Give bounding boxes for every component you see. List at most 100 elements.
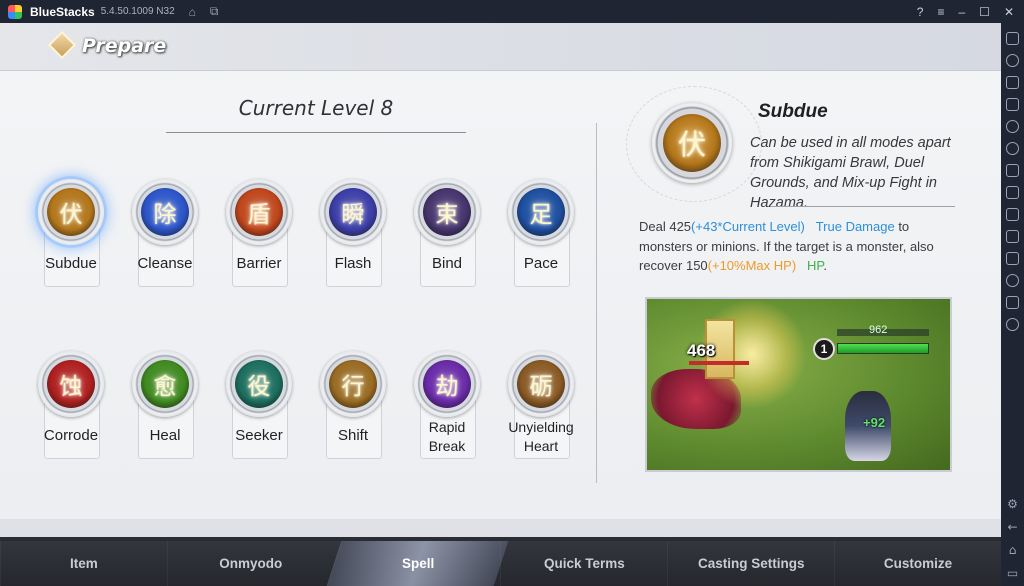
- media-manager-icon[interactable]: [1006, 76, 1019, 89]
- bluestacks-logo-icon: [8, 4, 22, 19]
- eco-mode-icon[interactable]: [1006, 252, 1019, 265]
- close-icon[interactable]: ✕: [1004, 5, 1014, 19]
- rotate-icon[interactable]: [1006, 120, 1019, 133]
- spell-icon: 愈: [132, 351, 198, 417]
- detail-availability: Can be used in all modes apart from Shik…: [750, 135, 951, 211]
- tab-spell[interactable]: Spell: [326, 541, 508, 586]
- multi-instance-sync-icon[interactable]: [1006, 230, 1019, 243]
- tab-label: Onmyodo: [219, 556, 283, 571]
- fullscreen-icon[interactable]: [1006, 32, 1019, 45]
- detail-description: Deal 425(+43*Current Level) True Damage …: [639, 217, 959, 276]
- app-name: BlueStacks: [30, 4, 95, 19]
- spell-label: Cleanse: [137, 255, 193, 272]
- spell-icon: 伏: [38, 179, 104, 245]
- bottom-tab-bar: Item Onmyodo Spell Quick Terms Casting Setti…: [0, 519, 1001, 586]
- settings-icon[interactable]: ⚙: [1007, 497, 1018, 511]
- prepare-diamond-icon: [47, 30, 77, 60]
- spell-item[interactable]: 愈 Heal: [132, 351, 198, 461]
- android-home-icon[interactable]: ⌂: [1009, 543, 1017, 557]
- tab-label: Casting Settings: [697, 556, 805, 571]
- app-version: 5.4.50.1009 N32: [100, 6, 175, 17]
- preview-heal-number: +92: [863, 415, 886, 430]
- back-icon[interactable]: ←: [1007, 520, 1017, 534]
- spell-item[interactable]: 砺 Unyielding Heart: [508, 351, 574, 461]
- spell-item[interactable]: 伏 Subdue: [38, 179, 104, 289]
- spell-icon: 束: [414, 179, 480, 245]
- tab-onmyodo[interactable]: Onmyodo: [166, 541, 334, 586]
- spell-item[interactable]: 束 Bind: [414, 179, 480, 289]
- prepare-header: Prepare: [0, 23, 1001, 71]
- shake-icon[interactable]: [1006, 142, 1019, 155]
- keyboard-icon[interactable]: [1006, 98, 1019, 111]
- spell-glyph: 束: [423, 188, 471, 236]
- tab-label: Spell: [401, 556, 434, 571]
- folder-icon[interactable]: [1006, 208, 1019, 221]
- spell-glyph: 蚀: [47, 360, 95, 408]
- spell-item[interactable]: 役 Seeker: [226, 351, 292, 461]
- recent-apps-icon[interactable]: ▭: [1007, 566, 1018, 580]
- spell-item[interactable]: 劫 Rapid Break: [414, 351, 480, 461]
- spell-item[interactable]: 除 Cleanse: [132, 179, 198, 289]
- spell-item[interactable]: 行 Shift: [320, 351, 386, 461]
- detail-underline: [770, 206, 955, 207]
- tab-customize[interactable]: Customize: [834, 541, 1001, 586]
- spell-icon: 行: [320, 351, 386, 417]
- level-underline: [166, 132, 466, 133]
- layers-icon[interactable]: [1006, 296, 1019, 309]
- spell-icon: 除: [132, 179, 198, 245]
- spell-glyph: 伏: [47, 188, 95, 236]
- spell-item[interactable]: 足 Pace: [508, 179, 574, 289]
- desc-hp: HP: [807, 258, 824, 273]
- spell-glyph: 瞬: [329, 188, 377, 236]
- spell-icon: 砺: [508, 351, 574, 417]
- title-bar: BlueStacks 5.4.50.1009 N32 ⌂ ⧉ ? ≡ – ☐ ✕: [0, 0, 1024, 23]
- spell-glyph: 盾: [235, 188, 283, 236]
- detail-spell-glyph: 伏: [663, 114, 721, 172]
- tab-quick-terms[interactable]: Quick Terms: [500, 541, 667, 586]
- spell-label: Rapid Break: [428, 419, 466, 454]
- tab-label: Customize: [883, 556, 953, 571]
- emulator-sidebar: ⚙ ← ⌂ ▭: [1001, 23, 1024, 586]
- tab-item[interactable]: Item: [0, 541, 167, 586]
- preview-hp-text: 962: [869, 324, 888, 336]
- tab-strip: Item Onmyodo Spell Quick Terms Casting Setti…: [0, 541, 1001, 586]
- spell-glyph: 愈: [141, 360, 189, 408]
- tab-label: Item: [70, 556, 98, 571]
- detail-spell-icon: 伏: [652, 103, 732, 183]
- refresh-icon[interactable]: [1006, 318, 1019, 331]
- help-icon[interactable]: ?: [917, 5, 924, 19]
- macro-icon[interactable]: [1006, 164, 1019, 177]
- desc-heal-scaling: (+10%Max HP): [707, 258, 797, 273]
- home-icon[interactable]: ⌂: [189, 5, 196, 19]
- spell-item[interactable]: 瞬 Flash: [320, 179, 386, 289]
- multi-instance-icon[interactable]: ⧉: [210, 4, 219, 19]
- spell-icon: 役: [226, 351, 292, 417]
- spell-label: Flash: [334, 255, 372, 272]
- spell-icon: 瞬: [320, 179, 386, 245]
- desc-damage-scaling: (+43*Current Level): [691, 219, 805, 234]
- preview-damage-bar: [689, 361, 749, 365]
- spell-item[interactable]: 盾 Barrier: [226, 179, 292, 289]
- spell-label: Corrode: [43, 427, 99, 444]
- desc-base-damage: Deal 425: [639, 219, 692, 234]
- maximize-icon[interactable]: ☐: [979, 5, 990, 19]
- menu-icon[interactable]: ≡: [937, 5, 944, 19]
- volume-icon[interactable]: [1006, 54, 1019, 67]
- spell-glyph: 足: [517, 188, 565, 236]
- location-icon[interactable]: [1006, 274, 1019, 287]
- detail-spell-name: Subdue: [758, 101, 828, 122]
- tab-casting-settings[interactable]: Casting Settings: [667, 541, 834, 586]
- spell-preview-image: 468 962 1 +92: [645, 297, 952, 472]
- preview-level-badge: 1: [813, 338, 835, 360]
- spell-label: Shift: [337, 427, 368, 444]
- minimize-icon[interactable]: –: [958, 5, 965, 19]
- spell-label: Unyielding Heart: [508, 419, 574, 454]
- panel-divider: [596, 123, 597, 483]
- screenshot-icon[interactable]: [1006, 186, 1019, 199]
- spell-icon: 足: [508, 179, 574, 245]
- spell-item[interactable]: 蚀 Corrode: [38, 351, 104, 461]
- spell-glyph: 砺: [517, 360, 565, 408]
- spell-glyph: 役: [235, 360, 283, 408]
- spell-icon: 盾: [226, 179, 292, 245]
- spell-label: Pace: [523, 255, 559, 272]
